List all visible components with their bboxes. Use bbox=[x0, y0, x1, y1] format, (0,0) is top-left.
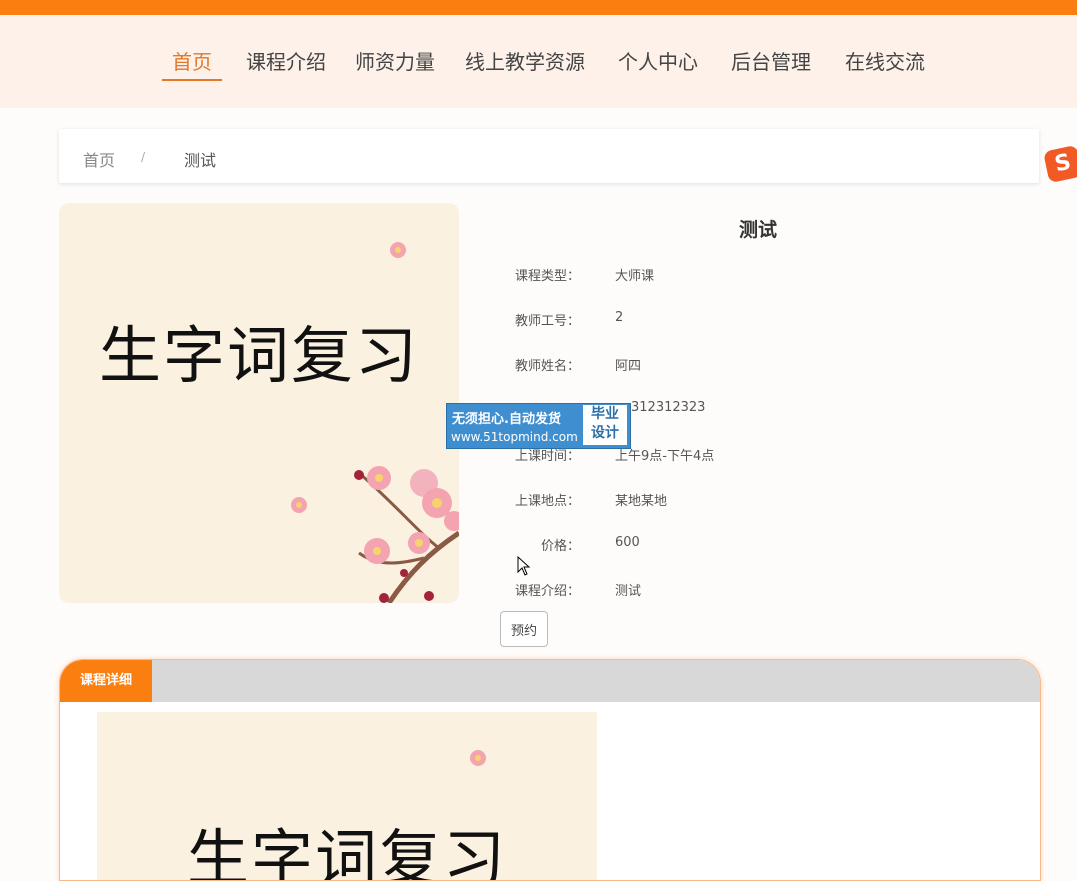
tab-course-detail[interactable]: 课程详细 bbox=[60, 660, 152, 702]
watermark-badge-line2: 设计 bbox=[591, 425, 619, 441]
field-value: 大师课 bbox=[615, 269, 655, 284]
field-value: 阿四 bbox=[615, 359, 642, 374]
course-image-text: 生字词复习 bbox=[98, 319, 419, 392]
panel-header: 课程详细 bbox=[60, 660, 1040, 702]
breadcrumb-home-link[interactable]: 首页 bbox=[83, 147, 115, 171]
nav-item-home[interactable]: 首页 bbox=[172, 47, 212, 77]
field-value: 某地某地 bbox=[615, 494, 668, 509]
field-label: 教师工号： bbox=[514, 314, 580, 329]
field-value: 600 bbox=[615, 535, 640, 550]
course-image: 生字词复习 bbox=[59, 203, 459, 603]
nav-item-course-intro[interactable]: 课程介绍 bbox=[246, 47, 326, 77]
nav-item-admin[interactable]: 后台管理 bbox=[731, 47, 811, 77]
course-title: 测试 bbox=[738, 219, 777, 241]
nav-active-underline bbox=[162, 79, 222, 81]
detail-image-text: 生字词复习 bbox=[186, 822, 507, 881]
field-label: 课程介绍： bbox=[514, 584, 580, 599]
watermark-overlay: 无须担心.自动发货 www.51topmind.com 毕业 设计 bbox=[446, 403, 631, 449]
nav-item-online-chat[interactable]: 在线交流 bbox=[845, 47, 925, 77]
breadcrumb-separator: / bbox=[141, 150, 146, 164]
mouse-cursor-icon bbox=[517, 556, 531, 576]
watermark-badge: 毕业 设计 bbox=[583, 405, 627, 445]
watermark-url: www.51topmind.com bbox=[451, 430, 578, 444]
sogou-ime-icon[interactable]: S bbox=[1043, 144, 1077, 184]
breadcrumb: 首页 / 测试 bbox=[59, 129, 1039, 183]
breadcrumb-current: 测试 bbox=[184, 151, 217, 170]
field-value: 312312323 bbox=[631, 400, 706, 415]
nav-item-personal-center[interactable]: 个人中心 bbox=[618, 47, 698, 77]
field-label: 教师姓名： bbox=[514, 359, 580, 374]
plum-blossom-illustration bbox=[291, 242, 459, 603]
field-value: 测试 bbox=[615, 584, 642, 599]
watermark-badge-line1: 毕业 bbox=[591, 406, 619, 422]
book-button[interactable]: 预约 bbox=[500, 611, 548, 647]
nav-item-online-resources[interactable]: 线上教学资源 bbox=[465, 47, 585, 77]
field-label: 上课地点： bbox=[514, 494, 580, 509]
field-label: 价格： bbox=[540, 539, 580, 554]
watermark-text: 无须担心.自动发货 bbox=[452, 412, 561, 427]
top-accent-bar bbox=[0, 0, 1077, 15]
nav-bar: 首页 课程介绍 师资力量 线上教学资源 个人中心 后台管理 在线交流 bbox=[0, 15, 1077, 108]
course-detail-panel: 课程详细 生字词复习 bbox=[59, 659, 1041, 881]
field-label: 课程类型： bbox=[514, 269, 580, 284]
nav-item-faculty[interactable]: 师资力量 bbox=[355, 47, 435, 77]
main-nav: 首页 课程介绍 师资力量 线上教学资源 个人中心 后台管理 在线交流 bbox=[0, 15, 1077, 108]
detail-image: 生字词复习 bbox=[97, 712, 597, 881]
field-value: 2 bbox=[615, 310, 624, 325]
